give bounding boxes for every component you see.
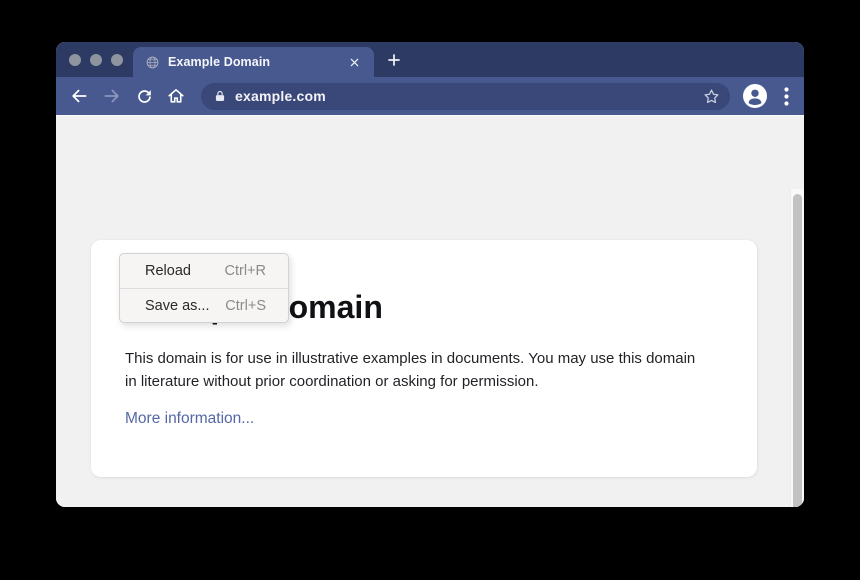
tab-close-icon[interactable] <box>346 54 362 70</box>
bookmark-star-icon[interactable] <box>702 87 721 106</box>
browser-window: Example Domain <box>56 42 804 507</box>
scrollbar-track[interactable] <box>790 189 804 507</box>
context-menu-item-reload[interactable]: Reload Ctrl+R <box>120 254 288 288</box>
page-viewport: Example Domain This domain is for use in… <box>56 115 804 507</box>
new-tab-plus-icon[interactable] <box>384 50 404 70</box>
profile-avatar-icon[interactable] <box>743 84 767 108</box>
tab-title: Example Domain <box>168 55 338 69</box>
favicon-globe-icon <box>145 55 160 70</box>
scrollbar-thumb[interactable] <box>793 194 802 507</box>
menu-item-label: Reload <box>145 263 191 279</box>
lock-icon[interactable] <box>213 89 227 103</box>
home-icon[interactable] <box>165 85 187 107</box>
window-close-button[interactable] <box>69 54 81 66</box>
window-controls <box>69 42 123 77</box>
reload-icon[interactable] <box>133 85 155 107</box>
tab-example-domain[interactable]: Example Domain <box>133 47 374 77</box>
menu-item-shortcut: Ctrl+S <box>225 298 266 314</box>
address-bar[interactable]: example.com <box>201 83 730 110</box>
menu-item-shortcut: Ctrl+R <box>225 263 267 279</box>
browser-toolbar: example.com <box>56 77 804 115</box>
tab-strip: Example Domain <box>56 42 804 77</box>
page-paragraph: This domain is for use in illustrative e… <box>125 348 711 393</box>
forward-arrow-icon[interactable] <box>101 85 123 107</box>
kebab-menu-icon[interactable] <box>777 85 795 107</box>
context-menu-item-save-as[interactable]: Save as... Ctrl+S <box>120 288 288 322</box>
url-text[interactable]: example.com <box>235 88 702 104</box>
menu-item-label: Save as... <box>145 298 209 314</box>
context-menu: Reload Ctrl+R Save as... Ctrl+S <box>119 253 289 323</box>
window-minimize-button[interactable] <box>90 54 102 66</box>
back-arrow-icon[interactable] <box>68 85 90 107</box>
window-zoom-button[interactable] <box>111 54 123 66</box>
more-information-link[interactable]: More information... <box>125 410 254 428</box>
